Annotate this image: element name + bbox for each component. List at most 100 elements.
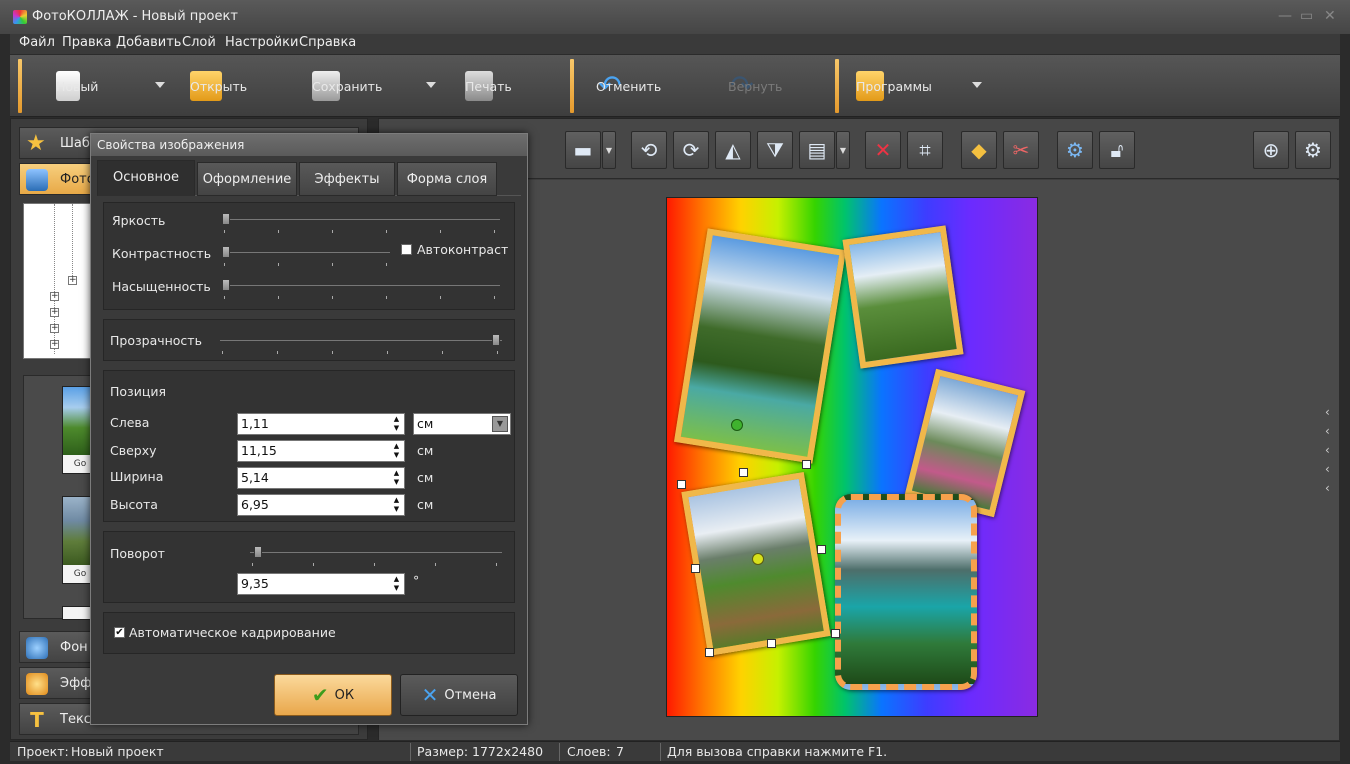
- height-input[interactable]: 6,95 ▲ ▼: [237, 494, 405, 516]
- contrast-slider[interactable]: [222, 246, 390, 258]
- menu-help[interactable]: Справка: [299, 35, 356, 50]
- minimize-icon[interactable]: —: [1278, 8, 1292, 24]
- tree-expand-icon[interactable]: +: [68, 276, 77, 285]
- undo-button[interactable]: ↶ Отменить: [596, 63, 661, 109]
- rotate-right-icon[interactable]: ⟳: [673, 131, 709, 169]
- chevron-left-icon[interactable]: ‹: [1325, 405, 1337, 424]
- status-size-label: Размер:: [417, 744, 469, 759]
- flip-vertical-icon[interactable]: ⧩: [757, 131, 793, 169]
- gear-icon[interactable]: ⚙: [1057, 131, 1093, 169]
- align-dropdown-icon[interactable]: ▼: [602, 131, 616, 169]
- collage-photo[interactable]: [835, 494, 977, 690]
- chevron-left-icon[interactable]: ‹: [1325, 424, 1337, 443]
- contrast-label: Контрастность: [112, 246, 212, 261]
- menubar: Файл Правка Добавить Слой Настройки Спра…: [10, 34, 1340, 54]
- tab-effects[interactable]: Эффекты: [299, 162, 395, 196]
- open-button[interactable]: Открыть: [190, 63, 247, 109]
- center-handle[interactable]: [752, 553, 764, 565]
- rotation-input[interactable]: 9,35 ▲ ▼: [237, 573, 405, 595]
- tab-basic[interactable]: Основное: [97, 160, 195, 196]
- resize-handle[interactable]: [691, 564, 700, 573]
- resize-handle[interactable]: [831, 629, 840, 638]
- cancel-button[interactable]: ✕ Отмена: [400, 674, 518, 716]
- flip-horizontal-icon[interactable]: ◭: [715, 131, 751, 169]
- resize-handle[interactable]: [705, 648, 714, 657]
- slider-knob[interactable]: [254, 546, 262, 558]
- width-label: Ширина: [110, 469, 164, 484]
- align-icon[interactable]: ▬: [565, 131, 601, 169]
- menu-file[interactable]: Файл: [19, 35, 55, 50]
- resize-handle[interactable]: [767, 639, 776, 648]
- spin-arrows-icon[interactable]: ▲ ▼: [392, 469, 401, 487]
- scissors-icon[interactable]: ✂: [1003, 131, 1039, 169]
- menu-settings[interactable]: Настройки: [225, 35, 298, 50]
- tree-expand-icon[interactable]: +: [50, 308, 59, 317]
- layer-order-icon[interactable]: ▤: [799, 131, 835, 169]
- resize-handle[interactable]: [739, 468, 748, 477]
- save-button[interactable]: Сохранить: [312, 63, 382, 109]
- resize-handle[interactable]: [677, 480, 686, 489]
- top-input[interactable]: 11,15 ▲ ▼: [237, 440, 405, 462]
- rotation-slider[interactable]: [250, 546, 502, 558]
- redo-button[interactable]: ↷ Вернуть: [728, 63, 782, 109]
- print-button[interactable]: Печать: [465, 63, 512, 109]
- autocrop-checkbox[interactable]: ✔: [114, 627, 125, 638]
- menu-edit[interactable]: Правка: [62, 35, 111, 50]
- saturation-slider[interactable]: [222, 279, 500, 291]
- spin-arrows-icon[interactable]: ▲ ▼: [392, 496, 401, 514]
- spin-arrows-icon[interactable]: ▲ ▼: [392, 575, 401, 593]
- slider-knob[interactable]: [222, 279, 230, 291]
- layer-order-dropdown-icon[interactable]: ▼: [836, 131, 850, 169]
- shapes-icon[interactable]: ◆: [961, 131, 997, 169]
- main-toolbar: Новый Открыть Сохранить Печать ↶ Отменит…: [10, 55, 1340, 117]
- rotate-left-icon[interactable]: ⟲: [631, 131, 667, 169]
- transparency-slider[interactable]: [220, 334, 502, 346]
- slider-knob[interactable]: [222, 213, 230, 225]
- left-input[interactable]: 1,11 ▲ ▼: [237, 413, 405, 435]
- unlock-icon[interactable]: 🔓︎: [1099, 131, 1135, 169]
- chevron-left-icon[interactable]: ‹: [1325, 443, 1337, 462]
- tree-expand-icon[interactable]: +: [50, 340, 59, 349]
- slider-knob[interactable]: [492, 334, 500, 346]
- ok-button[interactable]: ✔ ОК: [274, 674, 392, 716]
- tree-expand-icon[interactable]: +: [50, 324, 59, 333]
- cross-icon: ✕: [421, 683, 439, 707]
- tab-design[interactable]: Оформление: [197, 162, 297, 196]
- autocontrast-checkbox[interactable]: [401, 244, 412, 255]
- chevron-left-icon[interactable]: ‹: [1325, 462, 1337, 481]
- tree-expand-icon[interactable]: +: [50, 292, 59, 301]
- collage-photo[interactable]: [673, 228, 847, 464]
- programs-button[interactable]: Программы: [856, 63, 932, 109]
- menu-add[interactable]: Добавить: [116, 35, 181, 50]
- new-button[interactable]: Новый: [56, 63, 98, 109]
- add-page-icon[interactable]: ⊕: [1253, 131, 1289, 169]
- maximize-icon[interactable]: ▭: [1300, 8, 1313, 24]
- close-icon[interactable]: ✕: [1324, 8, 1336, 24]
- width-input[interactable]: 5,14 ▲ ▼: [237, 467, 405, 489]
- crop-icon[interactable]: ⌗: [907, 131, 943, 169]
- rotate-handle[interactable]: [731, 419, 743, 431]
- chevron-down-icon[interactable]: ▼: [492, 416, 508, 432]
- resize-handle[interactable]: [802, 460, 811, 469]
- spin-arrows-icon[interactable]: ▲ ▼: [392, 442, 401, 460]
- slider-knob[interactable]: [222, 246, 230, 258]
- resize-handle[interactable]: [817, 545, 826, 554]
- programs-dropdown-icon[interactable]: [972, 82, 982, 88]
- page-settings-icon[interactable]: ⚙: [1295, 131, 1331, 169]
- unit-select[interactable]: см ▼: [413, 413, 511, 435]
- status-project-label: Проект:: [17, 744, 69, 759]
- window-title: ФотоКОЛЛАЖ - Новый проект: [32, 9, 238, 24]
- chevron-left-icon[interactable]: ‹: [1325, 481, 1337, 500]
- delete-icon[interactable]: ✕: [865, 131, 901, 169]
- spin-arrows-icon[interactable]: ▲ ▼: [392, 415, 401, 433]
- brightness-slider[interactable]: [222, 213, 500, 225]
- tab-layer-shape[interactable]: Форма слоя: [397, 162, 497, 196]
- brightness-label: Яркость: [112, 213, 166, 228]
- menu-layer[interactable]: Слой: [182, 35, 216, 50]
- right-collapse-arrows[interactable]: ‹ ‹ ‹ ‹ ‹: [1325, 405, 1337, 500]
- collage-photo[interactable]: [842, 225, 964, 369]
- save-dropdown-icon[interactable]: [426, 82, 436, 88]
- collage-canvas[interactable]: [666, 197, 1038, 717]
- new-dropdown-icon[interactable]: [155, 82, 165, 88]
- image-properties-dialog: Свойства изображения Основное Оформление…: [90, 133, 528, 725]
